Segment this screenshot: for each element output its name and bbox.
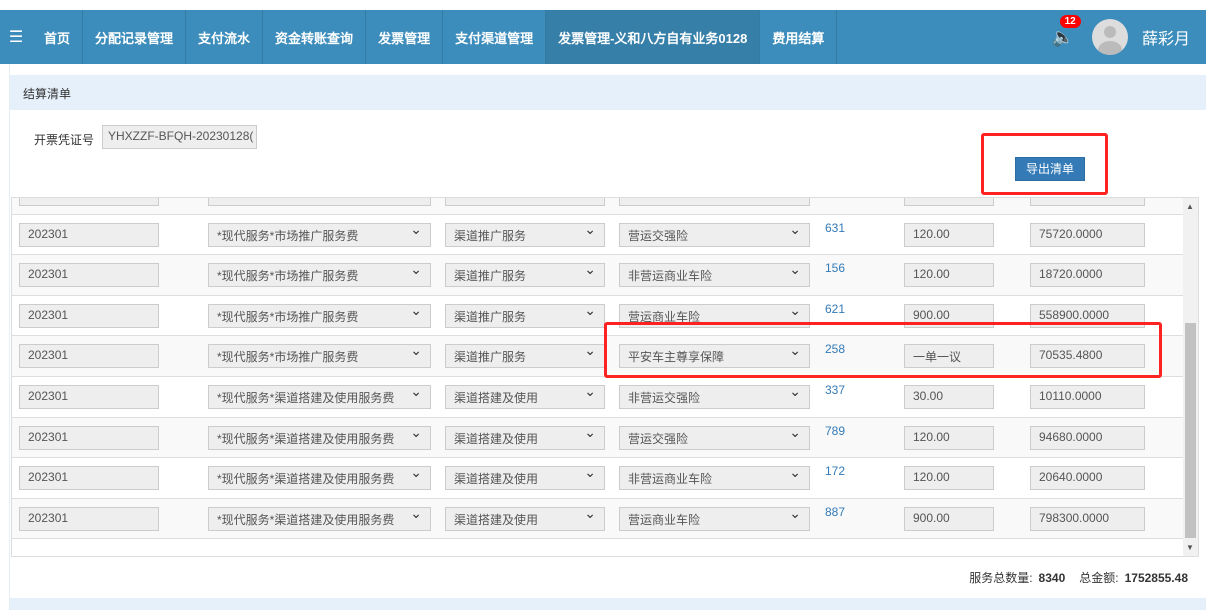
panel-title: 结算清单: [10, 75, 1206, 110]
hamburger-menu-icon[interactable]: ☰: [0, 10, 32, 64]
nav-item[interactable]: 首页: [32, 10, 84, 64]
channel-select[interactable]: [445, 198, 605, 206]
scrollbar[interactable]: ▲ ▼: [1183, 198, 1198, 556]
scroll-down-icon[interactable]: ▼: [1186, 543, 1194, 552]
channel-select[interactable]: 渠道推广服务: [445, 222, 605, 247]
summary: 服务总数量: 8340 总金额: 1752855.48: [969, 569, 1188, 586]
amount-input[interactable]: 798300.0000: [1030, 506, 1145, 531]
table-row: 202301 *现代服务*渠道搭建及使用服务费渠道搭建及使用非营运交强险 337 30…: [12, 377, 1184, 418]
channel-select[interactable]: 渠道搭建及使用: [445, 425, 605, 450]
product-select[interactable]: 营运商业车险: [619, 506, 810, 531]
price-input[interactable]: 120.00: [904, 263, 994, 288]
nav-item[interactable]: 支付渠道管理: [443, 10, 547, 64]
service-select[interactable]: *现代服务*渠道搭建及使用服务费: [208, 466, 431, 491]
channel-select[interactable]: 渠道搭建及使用: [445, 506, 605, 531]
export-list-button[interactable]: 导出清单: [1015, 157, 1085, 181]
service-select[interactable]: *现代服务*市场推广服务费: [208, 222, 431, 247]
period-input[interactable]: 202301: [19, 222, 159, 247]
amount-input[interactable]: [1030, 198, 1145, 206]
period-input[interactable]: 202301: [19, 466, 159, 491]
count-link[interactable]: 337: [825, 383, 845, 397]
service-select[interactable]: *现代服务*渠道搭建及使用服务费: [208, 425, 431, 450]
notification-badge: 12: [1059, 14, 1081, 28]
voucher-label: 开票凭证号: [34, 133, 95, 147]
count-link[interactable]: 631: [825, 221, 845, 235]
price-input[interactable]: 120.00: [904, 222, 994, 247]
product-select[interactable]: 营运交强险: [619, 222, 810, 247]
service-select[interactable]: *现代服务*市场推广服务费: [208, 263, 431, 288]
count-link[interactable]: 887: [825, 505, 845, 519]
channel-select[interactable]: 渠道推广服务: [445, 344, 605, 369]
service-select[interactable]: *现代服务*渠道搭建及使用服务费: [208, 506, 431, 531]
top-navbar: ☰ 首页 分配记录管理 支付流水 资金转账查询 发票管理 支付渠道管理 发票管理-义和八方自…: [0, 10, 1206, 64]
amount-label: 总金额:: [1079, 571, 1119, 585]
amount-input[interactable]: 94680.0000: [1030, 425, 1145, 450]
channel-select[interactable]: 渠道推广服务: [445, 263, 605, 288]
period-input[interactable]: 202301: [19, 263, 159, 288]
voucher-input[interactable]: YHXZZF-BFQH-20230128(: [102, 125, 257, 149]
price-input[interactable]: 900.00: [904, 506, 994, 531]
speaker-icon: 🔈: [1051, 26, 1074, 47]
nav-item[interactable]: 发票管理: [366, 10, 444, 64]
main-nav: 首页 分配记录管理 支付流水 资金转账查询 发票管理 支付渠道管理 发票管理-义和八方自有业…: [32, 10, 838, 64]
channel-select[interactable]: 渠道搭建及使用: [445, 384, 605, 409]
product-select[interactable]: 非营运交强险: [619, 384, 810, 409]
period-input[interactable]: 202301: [19, 344, 159, 369]
amount-value: 1752855.48: [1124, 571, 1188, 585]
period-input[interactable]: [19, 198, 159, 206]
count-label: 服务总数量:: [969, 571, 1033, 585]
service-select[interactable]: *现代服务*渠道搭建及使用服务费: [208, 384, 431, 409]
table-row: 202301 *现代服务*渠道搭建及使用服务费渠道搭建及使用营运交强险 789 120…: [12, 417, 1184, 459]
nav-item[interactable]: 分配记录管理: [83, 10, 187, 64]
price-input[interactable]: 120.00: [904, 466, 994, 491]
channel-select[interactable]: 渠道推广服务: [445, 303, 605, 328]
product-select[interactable]: 非营运商业车险: [619, 466, 810, 491]
count-link[interactable]: 156: [825, 261, 845, 275]
count-link[interactable]: 621: [825, 302, 845, 316]
scroll-up-icon[interactable]: ▲: [1186, 202, 1194, 211]
table-row: 202301 *现代服务*渠道搭建及使用服务费渠道搭建及使用营运商业车险 887 90…: [12, 498, 1184, 540]
nav-item[interactable]: 支付流水: [186, 10, 264, 64]
period-input[interactable]: 202301: [19, 506, 159, 531]
product-select[interactable]: [619, 198, 810, 206]
amount-input[interactable]: 18720.0000: [1030, 263, 1145, 288]
count-link[interactable]: 172: [825, 464, 845, 478]
price-input[interactable]: [904, 198, 994, 206]
period-input[interactable]: 202301: [19, 303, 159, 328]
product-select[interactable]: 营运交强险: [619, 425, 810, 450]
avatar[interactable]: [1091, 19, 1128, 55]
service-select[interactable]: *现代服务*市场推广服务费: [208, 303, 431, 328]
nav-item[interactable]: 发票管理-义和八方自有业务0128: [546, 10, 761, 64]
nav-item[interactable]: 费用结算: [760, 10, 838, 64]
amount-input[interactable]: 75720.0000: [1030, 222, 1145, 247]
amount-input[interactable]: 20640.0000: [1030, 466, 1145, 491]
table-row-partial: [12, 198, 1184, 215]
user-name[interactable]: 薛彩月: [1142, 25, 1190, 49]
scrollbar-thumb[interactable]: [1185, 323, 1196, 538]
count-value: 8340: [1038, 571, 1066, 585]
count-link[interactable]: 789: [825, 424, 845, 438]
channel-select[interactable]: 渠道搭建及使用: [445, 466, 605, 491]
period-input[interactable]: 202301: [19, 425, 159, 450]
table-row: 202301 *现代服务*市场推广服务费渠道推广服务非营运商业车险 156 120.0…: [12, 255, 1184, 296]
highlight-box: [604, 322, 1162, 378]
notifications-button[interactable]: 🔈 12: [1051, 14, 1081, 48]
amount-input[interactable]: 10110.0000: [1030, 384, 1145, 409]
service-select[interactable]: [208, 198, 431, 206]
table-row: 202301 *现代服务*市场推广服务费渠道推广服务营运交强险 631 120.00 7…: [12, 215, 1184, 256]
price-input[interactable]: 30.00: [904, 384, 994, 409]
nav-item[interactable]: 资金转账查询: [263, 10, 367, 64]
product-select[interactable]: 非营运商业车险: [619, 263, 810, 288]
price-input[interactable]: 120.00: [904, 425, 994, 450]
period-input[interactable]: 202301: [19, 384, 159, 409]
table-row: 202301 *现代服务*渠道搭建及使用服务费渠道搭建及使用非营运商业车险 172 1…: [12, 458, 1184, 499]
service-select[interactable]: *现代服务*市场推广服务费: [208, 344, 431, 369]
